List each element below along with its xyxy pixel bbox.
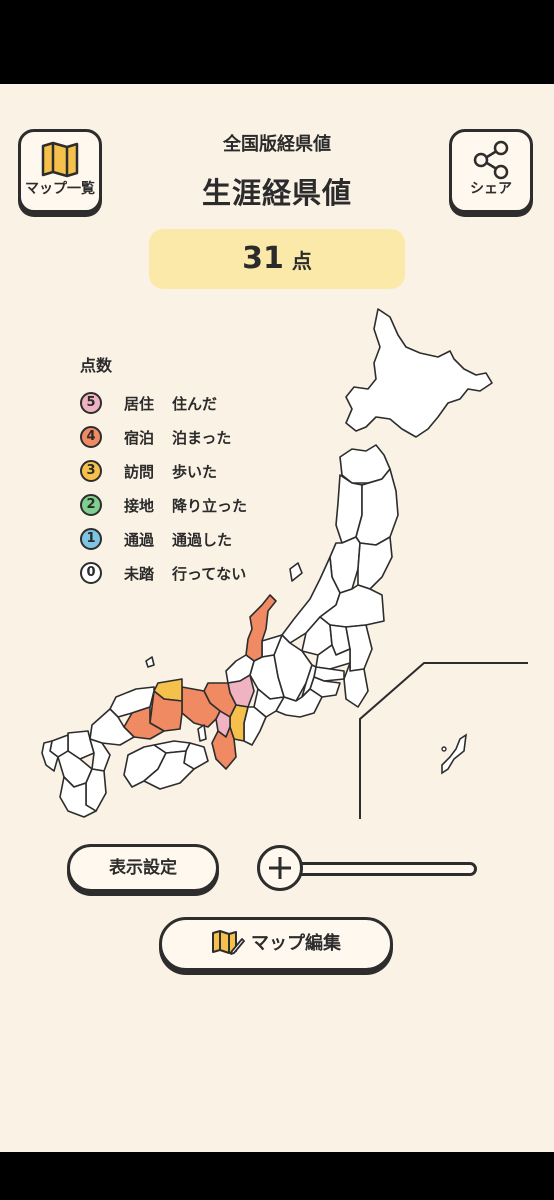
map-edit-label: マップ編集 [251,933,341,954]
map-edit-button[interactable]: マップ編集 [159,917,393,971]
prefecture-hokkaido[interactable] [345,308,493,438]
score-value: 31 [242,241,284,276]
legend-level-name: 居住 [124,394,155,413]
legend-level-desc: 降り立った [172,496,248,515]
score-display: 31 点 [149,229,405,289]
legend-level-name: 未踏 [124,564,155,583]
legend-row-5: 5 居住 住んだ [80,386,247,420]
zoom-slider[interactable] [257,845,479,895]
legend-row-4: 4 宿泊 泊まった [80,420,247,454]
legend-level-name: 訪問 [124,462,155,481]
legend-level-desc: 通過した [172,530,233,549]
legend-level-name: 通過 [124,530,155,549]
legend-title: 点数 [80,356,113,375]
island-sado[interactable] [289,562,303,582]
legend-badge: 5 [80,392,102,414]
legend-badge: 0 [80,562,102,584]
legend-level-desc: 歩いた [172,462,218,481]
island-oki[interactable] [145,656,155,668]
prefecture-okinawa[interactable] [441,733,468,775]
prefecture-miyazaki[interactable] [85,768,107,812]
zoom-slider-track[interactable] [287,862,477,876]
legend-badge: 1 [80,528,102,550]
legend-badge: 4 [80,426,102,448]
prefecture-miyagi[interactable] [357,536,393,590]
plus-icon [269,857,291,879]
score-legend: 点数 5 居住 住んだ 4 宿泊 泊まった 3 訪問 歩いた 2 接地 降り立っ… [80,352,247,590]
legend-level-name: 宿泊 [124,428,155,447]
legend-row-3: 3 訪問 歩いた [80,454,247,488]
legend-level-desc: 行ってない [172,564,247,583]
map-edit-icon [212,930,245,955]
prefecture-chiba[interactable] [343,662,369,708]
legend-level-desc: 住んだ [172,394,218,413]
display-settings-button[interactable]: 表示設定 [67,844,219,892]
island-okinawa-small [441,746,447,752]
legend-level-name: 接地 [124,496,155,515]
legend-level-desc: 泊まった [172,428,232,447]
legend-row-1: 1 通過 通過した [80,522,247,556]
legend-row-2: 2 接地 降り立った [80,488,247,522]
island-awaji[interactable] [197,724,207,742]
legend-badge: 3 [80,460,102,482]
page-title: 生涯経県値 [201,176,352,210]
page-subtitle: 全国版経県値 [223,134,331,155]
legend-badge: 2 [80,494,102,516]
app-screen: マップ一覧 シェア 全国版経県値 生涯経県値 31 点 点数 5 居住 住んだ … [0,84,554,1152]
zoom-slider-handle[interactable] [257,845,303,891]
legend-row-0: 0 未踏 行ってない [80,556,247,590]
score-unit: 点 [291,249,312,273]
okinawa-inset-frame [359,662,528,821]
